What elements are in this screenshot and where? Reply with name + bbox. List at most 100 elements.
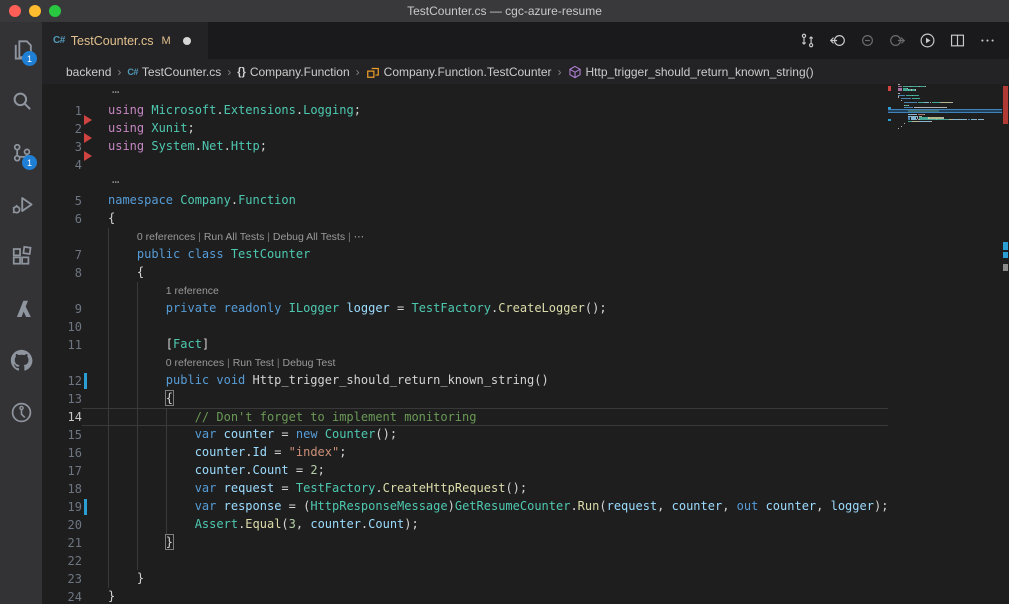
code-content[interactable]: { [108, 264, 888, 282]
activity-search[interactable] [0, 74, 42, 126]
code-content[interactable] [108, 156, 888, 174]
line-number[interactable]: 17 [42, 462, 82, 480]
code-content[interactable] [108, 318, 888, 336]
deleted-lines-icon[interactable] [84, 115, 92, 125]
line-number[interactable]: 10 [42, 318, 82, 336]
code-content[interactable]: counter.Count = 2; [108, 462, 888, 480]
code-content[interactable]: namespace Company.Function [108, 192, 888, 210]
gutter-decorations[interactable] [82, 552, 108, 570]
code-content[interactable]: var response = (HttpResponseMessage)GetR… [108, 498, 888, 516]
minimap[interactable] [888, 84, 1002, 604]
code-content[interactable]: var counter = new Counter(); [108, 426, 888, 444]
code-area[interactable]: ⋯1using Microsoft.Extensions.Logging;2us… [42, 84, 888, 604]
gutter-decorations[interactable] [82, 480, 108, 498]
line-number[interactable]: 13 [42, 390, 82, 408]
line-number[interactable]: 12 [42, 372, 82, 390]
breadcrumb-item-namespace[interactable]: {}Company.Function [237, 65, 349, 79]
code-content[interactable]: counter.Id = "index"; [108, 444, 888, 462]
breadcrumb-item-csharp[interactable]: C#TestCounter.cs [127, 65, 221, 79]
codelens-link[interactable]: 0 references [166, 357, 224, 369]
modified-line-icon[interactable] [84, 373, 87, 389]
modified-line-icon[interactable] [84, 499, 87, 515]
code-content[interactable]: Assert.Equal(3, counter.Count); [108, 516, 888, 534]
line-number[interactable]: 19 [42, 498, 82, 516]
gutter-decorations[interactable] [82, 192, 108, 210]
activity-run-debug[interactable] [0, 178, 42, 230]
activity-azure[interactable] [0, 282, 42, 334]
breadcrumb-item-folder[interactable]: backend [66, 65, 111, 79]
codelens-link[interactable]: 0 references [137, 231, 195, 243]
code-content[interactable]: var request = TestFactory.CreateHttpRequ… [108, 480, 888, 498]
gutter-decorations[interactable] [82, 409, 108, 425]
more-actions-icon[interactable] [977, 31, 997, 51]
gutter-decorations[interactable] [82, 570, 108, 588]
line-number[interactable]: 22 [42, 552, 82, 570]
next-change-icon[interactable] [887, 31, 907, 51]
code-content[interactable] [108, 552, 888, 570]
activity-github[interactable] [0, 334, 42, 386]
folded-code-icon[interactable]: ⋯ [112, 85, 119, 99]
code-content[interactable]: // Don't forget to implement monitoring [108, 409, 888, 425]
gutter-decorations[interactable] [82, 354, 108, 372]
line-number[interactable]: 11 [42, 336, 82, 354]
gutter-decorations[interactable] [82, 102, 108, 120]
line-number[interactable]: 15 [42, 426, 82, 444]
gutter-decorations[interactable] [82, 300, 108, 318]
open-changes-icon[interactable] [797, 31, 817, 51]
gutter-decorations[interactable] [82, 534, 108, 552]
code-content[interactable]: ⋯ [108, 174, 888, 192]
code-content[interactable]: } [108, 570, 888, 588]
gutter-decorations[interactable] [82, 444, 108, 462]
gutter-decorations[interactable] [82, 228, 108, 246]
previous-change-icon[interactable] [827, 31, 847, 51]
line-number[interactable]: 9 [42, 300, 82, 318]
line-number[interactable] [42, 228, 82, 246]
line-number[interactable]: 18 [42, 480, 82, 498]
code-content[interactable]: private readonly ILogger logger = TestFa… [108, 300, 888, 318]
breadcrumb-item-method[interactable]: Http_trigger_should_return_known_string(… [568, 65, 814, 79]
gutter-decorations[interactable] [82, 174, 108, 192]
code-content[interactable]: { [108, 390, 888, 408]
gutter-decorations[interactable] [82, 264, 108, 282]
code-content[interactable]: using Microsoft.Extensions.Logging; [108, 102, 888, 120]
gutter-decorations[interactable] [82, 426, 108, 444]
activity-extensions[interactable] [0, 230, 42, 282]
gutter-decorations[interactable] [82, 390, 108, 408]
tab-testcounter[interactable]: C# TestCounter.cs M [42, 22, 208, 59]
revert-change-icon[interactable] [857, 31, 877, 51]
line-number[interactable]: 16 [42, 444, 82, 462]
code-content[interactable]: using Xunit; [108, 120, 888, 138]
codelens-link[interactable]: Debug Test [283, 357, 336, 369]
code-content[interactable]: [Fact] [108, 336, 888, 354]
dirty-indicator-icon[interactable] [183, 37, 191, 45]
folded-code-icon[interactable]: ⋯ [112, 175, 119, 189]
gutter-decorations[interactable] [82, 336, 108, 354]
codelens-link[interactable]: 1 reference [166, 285, 219, 297]
line-number[interactable] [42, 84, 82, 102]
gutter-decorations[interactable] [82, 372, 108, 390]
split-editor-icon[interactable] [947, 31, 967, 51]
line-number[interactable]: 2 [42, 120, 82, 138]
line-number[interactable]: 20 [42, 516, 82, 534]
gutter-decorations[interactable] [82, 462, 108, 480]
codelens-link[interactable]: Run All Tests [204, 231, 265, 243]
code-content[interactable]: public class TestCounter [108, 246, 888, 264]
code-content[interactable]: } [108, 588, 888, 604]
codelens-link[interactable]: ⋯ [354, 231, 365, 243]
code-content[interactable]: { [108, 210, 888, 228]
deleted-lines-icon[interactable] [84, 151, 92, 161]
gutter-decorations[interactable] [82, 498, 108, 516]
gutter-decorations[interactable] [82, 282, 108, 300]
line-number[interactable]: 7 [42, 246, 82, 264]
line-number[interactable]: 21 [42, 534, 82, 552]
code-content[interactable]: } [108, 534, 888, 552]
gutter-decorations[interactable] [82, 516, 108, 534]
line-number[interactable] [42, 354, 82, 372]
activity-source-graph[interactable] [0, 386, 42, 438]
line-number[interactable]: 23 [42, 570, 82, 588]
gutter-decorations[interactable] [82, 246, 108, 264]
line-number[interactable]: 5 [42, 192, 82, 210]
codelens-link[interactable]: Run Test [233, 357, 274, 369]
line-number[interactable]: 3 [42, 138, 82, 156]
gutter-decorations[interactable] [82, 318, 108, 336]
